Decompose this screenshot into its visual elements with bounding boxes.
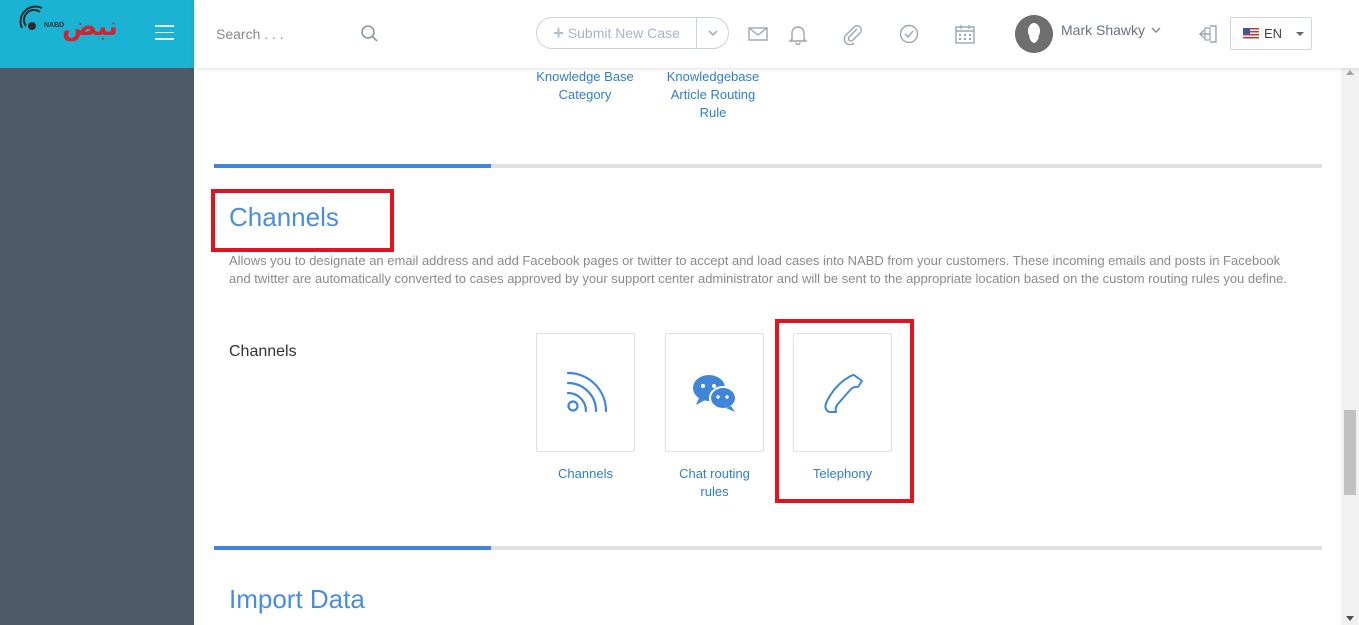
tile-icon-box: [793, 333, 892, 452]
search-input[interactable]: [216, 22, 366, 46]
group-label-channels: Channels: [229, 343, 297, 360]
tile-channels[interactable]: Channels: [536, 333, 635, 483]
plus-icon: +: [553, 22, 564, 43]
submit-new-case-button[interactable]: + Submit New Case: [537, 18, 696, 48]
vertical-scrollbar[interactable]: [1341, 68, 1359, 625]
hamburger-line: [155, 38, 174, 40]
paperclip-icon[interactable]: [842, 23, 864, 45]
bell-icon[interactable]: [787, 23, 809, 45]
tile-label: Channels: [558, 466, 613, 481]
tile-label: Telephony: [812, 466, 873, 481]
chevron-down-icon: [708, 30, 718, 36]
user-menu[interactable]: Mark Shawky: [1015, 14, 1161, 54]
app-logo[interactable]: NABD نبض: [18, 4, 119, 46]
avatar: [1015, 15, 1053, 53]
divider-accent: [214, 546, 491, 550]
rss-icon: [566, 371, 607, 412]
chevron-down-icon: [1151, 27, 1161, 33]
logo-bar: NABD نبض: [0, 0, 194, 68]
language-selector[interactable]: EN: [1230, 17, 1312, 50]
tile-label: Chat routing rules: [679, 466, 750, 499]
section-divider: [214, 164, 1322, 168]
tile-knowledge-base-category[interactable]: Knowledge Base Category: [530, 68, 640, 104]
tile-icon-box: [665, 333, 764, 452]
phone-icon: [823, 373, 863, 413]
chat-bubbles-icon: [692, 374, 737, 412]
caret-down-icon: [1296, 31, 1305, 36]
user-silhouette-icon: [1015, 15, 1053, 53]
sidebar: [0, 0, 194, 625]
check-circle-icon[interactable]: [898, 23, 920, 45]
calendar-icon[interactable]: [954, 23, 976, 45]
submit-options-dropdown[interactable]: [696, 18, 728, 48]
tile-icon-box: [536, 333, 635, 452]
section-description: Allows you to designate an email address…: [229, 253, 1287, 286]
scroll-down-arrow[interactable]: [1346, 616, 1354, 621]
hamburger-line: [155, 31, 174, 33]
section-title-channels: Channels: [229, 202, 339, 232]
top-header: + Submit New Case: [194, 0, 1359, 68]
tile-label: Knowledgebase Article Routing Rule: [666, 69, 760, 120]
section-divider: [214, 546, 1322, 550]
main-content: Knowledge Base Category Knowledgebase Ar…: [194, 68, 1341, 625]
user-name: Mark Shawky: [1061, 22, 1146, 38]
tile-label: Knowledge Base Category: [536, 69, 634, 102]
menu-toggle-button[interactable]: [155, 25, 174, 41]
mail-icon[interactable]: [747, 23, 769, 45]
tile-chat-routing-rules[interactable]: Chat routing rules: [665, 333, 764, 501]
section-title-import-data: Import Data: [229, 584, 365, 614]
logo-text: نبض: [62, 12, 119, 42]
logout-icon[interactable]: [1197, 23, 1219, 45]
submit-new-case-group: + Submit New Case: [536, 17, 729, 49]
divider-accent: [214, 164, 491, 168]
tile-telephony[interactable]: Telephony: [793, 333, 892, 483]
submit-new-case-label: Submit New Case: [567, 25, 680, 41]
hamburger-line: [155, 25, 174, 27]
search-icon[interactable]: [360, 24, 380, 44]
language-code: EN: [1264, 26, 1283, 41]
tile-knowledgebase-article-routing-rule[interactable]: Knowledgebase Article Routing Rule: [658, 68, 768, 122]
us-flag-icon: [1243, 28, 1259, 39]
scroll-up-arrow[interactable]: [1346, 70, 1354, 75]
scroll-thumb[interactable]: [1344, 410, 1356, 495]
